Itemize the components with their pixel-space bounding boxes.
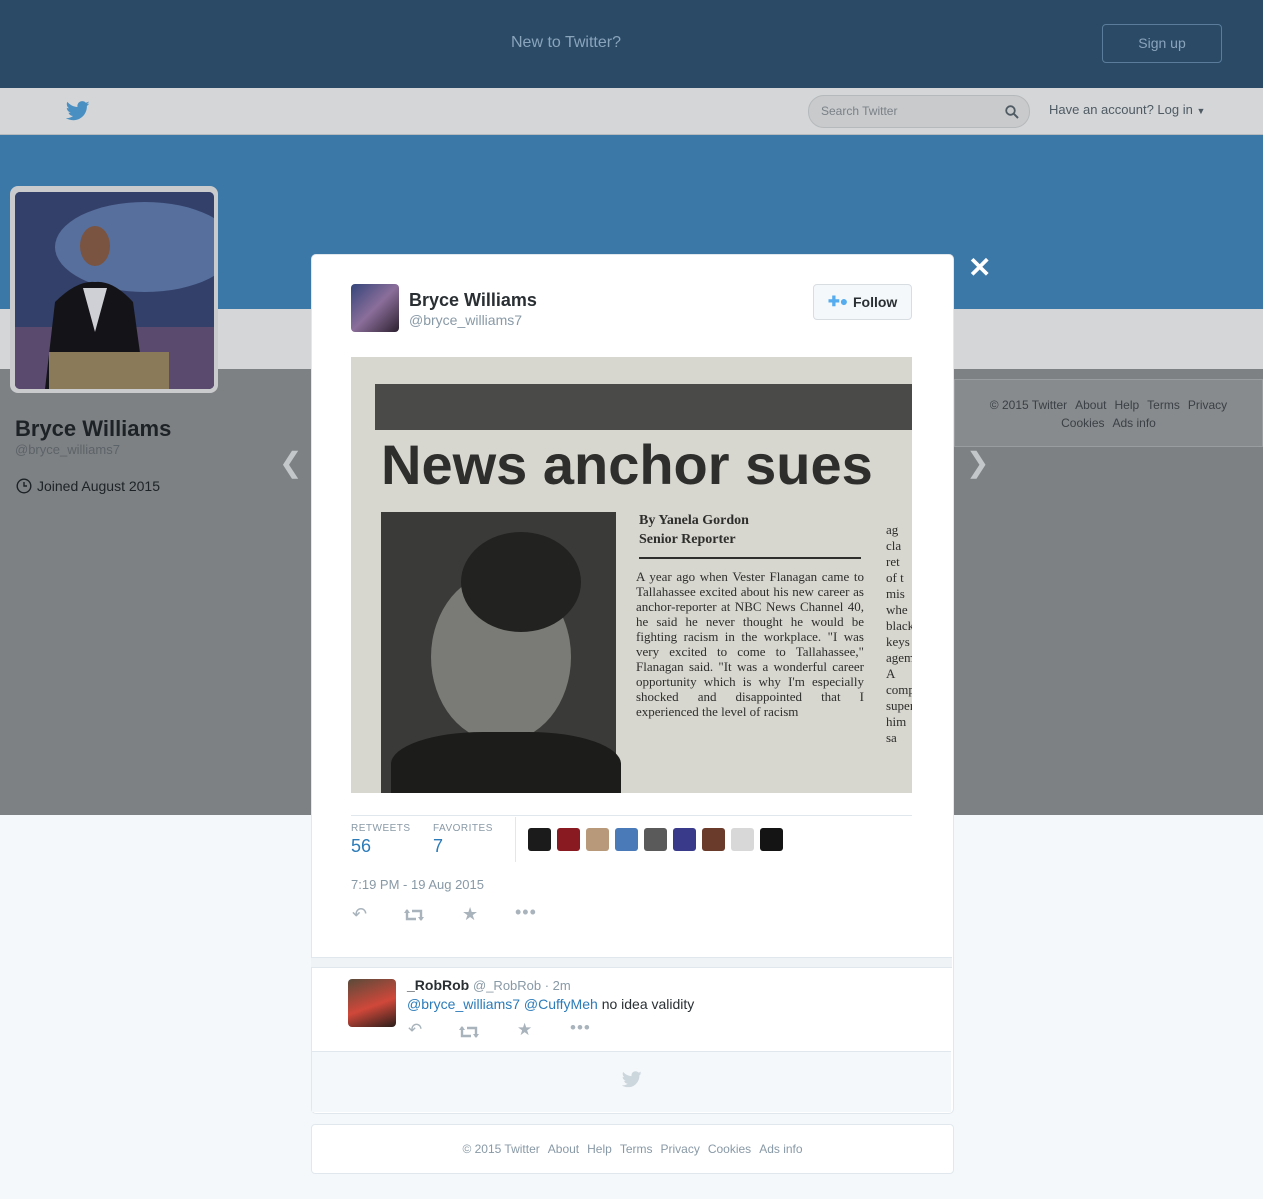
photo-rule — [639, 557, 861, 559]
side-column-line: super — [886, 698, 912, 713]
profile-name: Bryce Williams — [15, 416, 172, 441]
privacy-link[interactable]: Privacy — [1188, 398, 1227, 412]
sidebar-footer: © 2015 Twitter About Help Terms Privacy Cook… — [954, 379, 1263, 447]
favorites-label: FAVORITES — [433, 823, 493, 834]
reply-text: @bryce_williams7 @CuffyMeh no idea valid… — [407, 996, 694, 1012]
favorite-icon[interactable]: ★ — [462, 904, 478, 925]
retweets-label: RETWEETS — [351, 823, 411, 834]
copyright: © 2015 Twitter — [989, 398, 1068, 412]
author-name[interactable]: Bryce Williams — [409, 290, 537, 311]
search-icon[interactable] — [1005, 105, 1019, 119]
divider — [515, 817, 516, 862]
chevron-left-icon[interactable]: ❮ — [279, 446, 302, 479]
more-icon[interactable]: ••• — [570, 1018, 591, 1038]
favoriter-avatar[interactable] — [731, 828, 754, 851]
favoriter-avatar[interactable] — [615, 828, 638, 851]
side-column-line: black — [886, 618, 912, 633]
photo-byline: By Yanela Gordon — [639, 513, 749, 528]
mention-link[interactable]: @CuffyMeh — [524, 996, 598, 1012]
side-column-line: cla — [886, 538, 902, 553]
profile-handle: @bryce_williams7 — [15, 442, 120, 457]
reply-author-name[interactable]: _RobRob — [407, 977, 469, 993]
photo-article-text: A year ago when Vester Flanagan came to … — [636, 569, 864, 719]
page-footer: © 2015 Twitter About Help Terms Privacy Cooki… — [311, 1124, 954, 1174]
side-column-line: of t — [886, 570, 904, 585]
ads-info-link[interactable]: Ads info — [1113, 416, 1156, 430]
mention-link[interactable]: @bryce_williams7 — [407, 996, 520, 1012]
profile-avatar-image — [15, 192, 214, 389]
terms-link[interactable]: Terms — [1147, 398, 1180, 412]
favoriter-avatar[interactable] — [528, 828, 551, 851]
author-handle[interactable]: @bryce_williams7 — [409, 312, 522, 328]
favorite-icon[interactable]: ★ — [517, 1020, 532, 1040]
follow-button[interactable]: ✚● Follow — [813, 284, 912, 320]
twitter-bird-icon — [622, 1071, 642, 1088]
side-column-line: ag — [886, 522, 899, 537]
reply-icon[interactable]: ↶ — [408, 1020, 422, 1040]
ads-info-link[interactable]: Ads info — [759, 1142, 802, 1156]
side-column-line: agem — [886, 650, 912, 665]
favoriter-avatar[interactable] — [760, 828, 783, 851]
side-column-line: him sa — [886, 714, 907, 745]
profile-avatar[interactable] — [15, 192, 214, 389]
cookies-link[interactable]: Cookies — [708, 1142, 751, 1156]
side-column-line: keys — [886, 634, 910, 649]
modal-footer — [312, 1051, 951, 1112]
reply-icon[interactable]: ↶ — [352, 904, 367, 925]
privacy-link[interactable]: Privacy — [660, 1142, 699, 1156]
about-link[interactable]: About — [1075, 398, 1106, 412]
author-avatar[interactable] — [351, 284, 399, 332]
retweet-icon[interactable] — [458, 1024, 480, 1040]
side-column-line: mis — [886, 586, 905, 601]
copyright: © 2015 Twitter — [462, 1142, 540, 1156]
close-icon[interactable]: ✕ — [968, 251, 991, 284]
favoriter-avatar[interactable] — [673, 828, 696, 851]
login-link[interactable]: Have an account? Log in ▼ — [1049, 102, 1205, 117]
favoriter-avatar[interactable] — [557, 828, 580, 851]
search-input[interactable]: Search Twitter — [808, 95, 1030, 128]
photo-portrait — [381, 512, 621, 793]
reply-author-meta[interactable]: @_RobRob · 2m — [473, 978, 571, 993]
signup-banner: New to Twitter? Sign up — [0, 0, 1263, 88]
reply-avatar[interactable] — [348, 979, 396, 1027]
photo-headline: News anchor sues — [381, 433, 873, 496]
more-icon[interactable]: ••• — [515, 902, 537, 923]
side-column-line: whe — [886, 602, 908, 617]
help-link[interactable]: Help — [587, 1142, 612, 1156]
separator — [311, 957, 952, 968]
photo-side-column: ag cla ret of t mis whe black keys agem Acomp supe… — [886, 522, 912, 746]
favoriter-avatar[interactable] — [586, 828, 609, 851]
side-column-line: ret — [886, 554, 900, 569]
photo-byline-role: Senior Reporter — [639, 532, 736, 547]
caret-down-icon: ▼ — [1196, 106, 1206, 116]
signup-button[interactable]: Sign up — [1102, 24, 1222, 63]
cookies-link[interactable]: Cookies — [1061, 416, 1104, 430]
tweet-timestamp[interactable]: 7:19 PM - 19 Aug 2015 — [351, 877, 484, 892]
retweet-icon[interactable] — [403, 907, 425, 923]
divider — [351, 815, 912, 816]
chevron-right-icon[interactable]: ❯ — [966, 446, 989, 479]
twitter-bird-icon[interactable] — [66, 101, 90, 121]
retweets-count[interactable]: 56 — [351, 836, 371, 857]
side-column-line: comp — [886, 682, 912, 697]
favorites-count[interactable]: 7 — [433, 836, 443, 857]
clock-icon — [16, 478, 32, 494]
terms-link[interactable]: Terms — [620, 1142, 653, 1156]
photo-header-bar — [375, 384, 912, 430]
reply-body: no idea validity — [601, 996, 695, 1012]
side-column-line: A — [886, 666, 896, 681]
follow-label: Follow — [853, 294, 898, 310]
joined-date: Joined August 2015 — [37, 478, 160, 494]
favoriter-avatar[interactable] — [644, 828, 667, 851]
help-link[interactable]: Help — [1114, 398, 1139, 412]
about-link[interactable]: About — [548, 1142, 579, 1156]
login-label: Have an account? Log in — [1049, 102, 1193, 117]
signup-message: New to Twitter? — [511, 34, 621, 51]
favoriter-avatar[interactable] — [702, 828, 725, 851]
search-placeholder: Search Twitter — [821, 104, 898, 118]
tweet-photo[interactable]: News anchor sues By Yanela Gordon Senior… — [351, 357, 912, 793]
add-user-icon: ✚● — [828, 293, 849, 309]
